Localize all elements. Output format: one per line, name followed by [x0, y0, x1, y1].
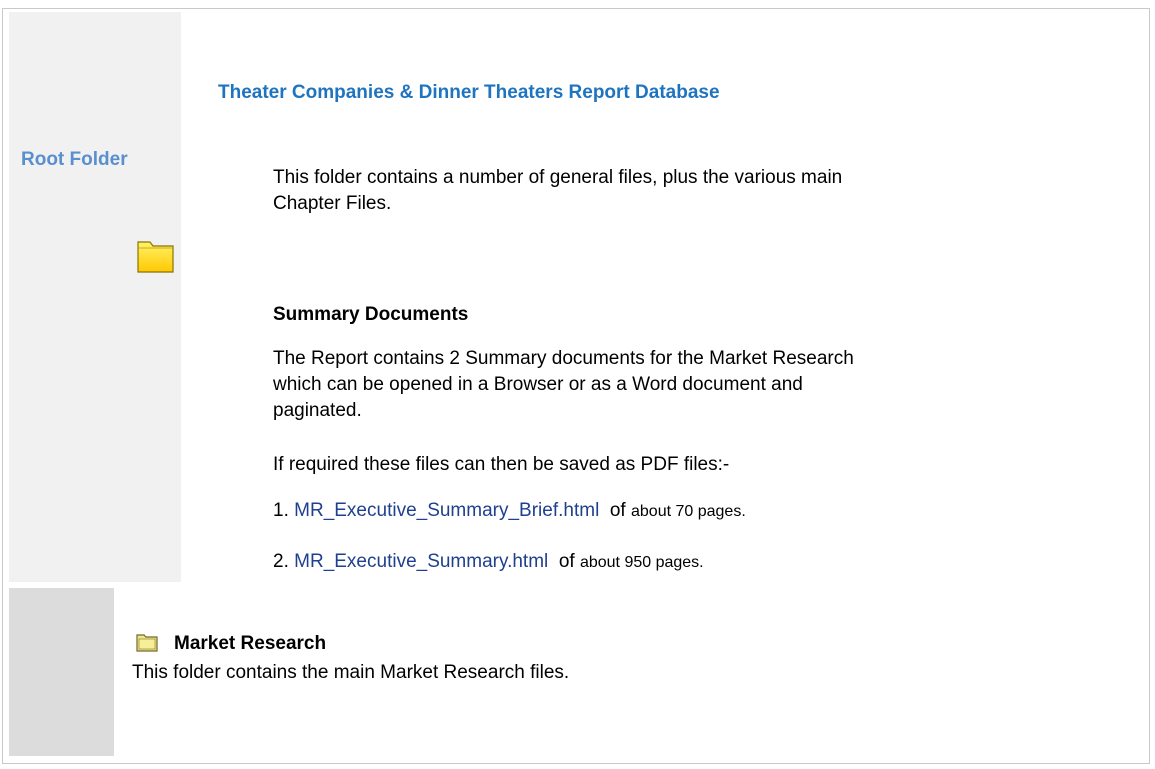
summary-documents-heading: Summary Documents	[273, 304, 469, 325]
executive-summary-link[interactable]: MR_Executive_Summary.html	[294, 551, 548, 572]
page-count-text: about 70 pages.	[631, 503, 746, 520]
of-text: of	[558, 551, 575, 572]
list-item: 2. MR_Executive_Summary.html of about 95…	[273, 551, 704, 573]
sidebar-panel-market-research	[9, 588, 114, 756]
pdf-note: If required these files can then be save…	[273, 454, 730, 475]
sidebar-panel-root	[9, 12, 181, 582]
root-intro-text: This folder contains a number of general…	[273, 167, 843, 214]
market-research-description: This folder contains the main Market Res…	[132, 662, 570, 683]
list-item-number: 1.	[273, 500, 289, 521]
page-count-text: about 950 pages.	[579, 554, 704, 571]
list-item-number: 2.	[273, 551, 289, 572]
market-research-heading: Market Research	[174, 633, 327, 654]
of-text: of	[609, 500, 626, 521]
folder-icon	[137, 241, 174, 273]
market-research-folder-icon[interactable]	[136, 632, 158, 652]
summary-description: The Report contains 2 Summary documents …	[273, 348, 854, 421]
executive-summary-brief-link[interactable]: MR_Executive_Summary_Brief.html	[294, 500, 599, 521]
list-item: 1. MR_Executive_Summary_Brief.html of ab…	[273, 500, 746, 522]
root-folder-label: Root Folder	[21, 149, 128, 170]
page-title: Theater Companies & Dinner Theaters Repo…	[218, 82, 720, 103]
